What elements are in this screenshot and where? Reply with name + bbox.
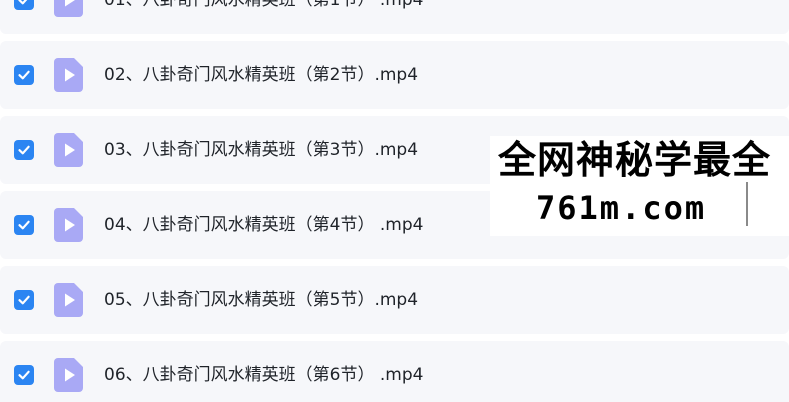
checkmark-icon	[18, 0, 28, 5]
checkmark-icon	[18, 145, 30, 155]
file-checkbox[interactable]	[14, 365, 34, 385]
file-row-01[interactable]: 01、八卦奇门风水精英班（第1节） .mp4	[0, 0, 789, 34]
watermark-slogan: 全网神秘学最全	[498, 138, 772, 182]
file-name[interactable]: 02、八卦奇门风水精英班（第2节）.mp4	[104, 41, 418, 109]
file-name[interactable]: 05、八卦奇门风水精英班（第5节）.mp4	[104, 266, 418, 334]
file-checkbox[interactable]	[14, 290, 34, 310]
watermark-overlay: 全网神秘学最全 761m.com	[490, 136, 789, 236]
file-list: 01、八卦奇门风水精英班（第1节） .mp4 02、八卦奇门风水精英班（第2节）…	[0, 0, 789, 402]
video-file-icon	[54, 0, 83, 17]
file-row-02[interactable]: 02、八卦奇门风水精英班（第2节）.mp4	[0, 41, 789, 109]
file-checkbox[interactable]	[14, 65, 34, 85]
video-file-icon	[54, 133, 83, 167]
checkmark-icon	[18, 220, 30, 230]
file-checkbox[interactable]	[14, 215, 34, 235]
checkmark-icon	[18, 70, 30, 80]
file-name[interactable]: 06、八卦奇门风水精英班（第6节） .mp4	[104, 341, 423, 402]
file-name[interactable]: 03、八卦奇门风水精英班（第3节）.mp4	[104, 116, 418, 184]
file-row-05[interactable]: 05、八卦奇门风水精英班（第5节）.mp4	[0, 266, 789, 334]
video-file-icon	[54, 283, 83, 317]
file-checkbox[interactable]	[14, 140, 34, 160]
file-name[interactable]: 01、八卦奇门风水精英班（第1节） .mp4	[104, 0, 423, 34]
file-checkbox[interactable]	[14, 0, 34, 10]
text-cursor	[746, 182, 748, 226]
video-file-icon	[54, 208, 83, 242]
checkmark-icon	[18, 370, 30, 380]
file-name[interactable]: 04、八卦奇门风水精英班（第4节） .mp4	[104, 191, 423, 259]
video-file-icon	[54, 358, 83, 392]
watermark-domain: 761m.com	[536, 189, 707, 227]
checkmark-icon	[18, 295, 30, 305]
video-file-icon	[54, 58, 83, 92]
file-row-06[interactable]: 06、八卦奇门风水精英班（第6节） .mp4	[0, 341, 789, 402]
